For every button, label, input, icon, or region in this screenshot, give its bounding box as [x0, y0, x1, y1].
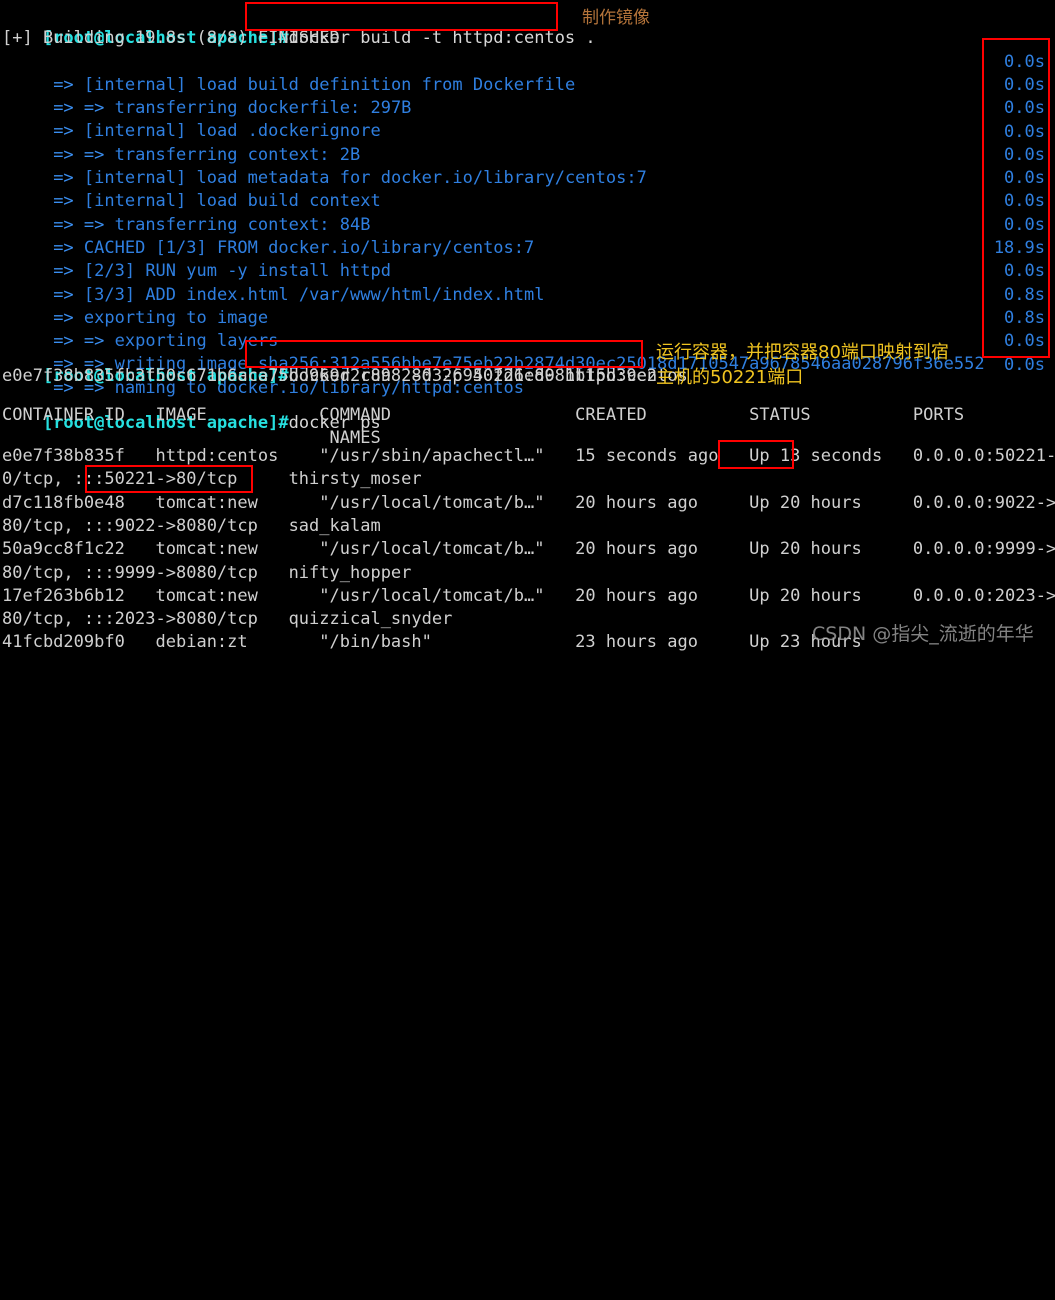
table-row: 0/tcp, :::50221->80/tcp thirsty_moser [2, 469, 422, 490]
annotation-build-note: 制作镜像 [582, 8, 650, 28]
build-step-duration: 0.0s [1004, 191, 1045, 212]
build-step-duration: 18.9s [993, 238, 1045, 258]
build-step-duration: 0.0s [1004, 214, 1045, 235]
build-step-duration: 0.0s [1004, 331, 1045, 352]
annotation-run-note-line2: 主机的50221端口 [656, 367, 804, 388]
build-status-line: [+] Building 19.8s (8/8) FINISHED [2, 28, 340, 49]
table-row: 50a9cc8f1c22 tomcat:new "/usr/local/tomc… [2, 539, 1055, 560]
build-step-duration: 0.0s [1004, 74, 1045, 95]
build-step-duration: 0.0s [1004, 121, 1045, 142]
build-step-duration: 0.0s [1004, 168, 1045, 189]
table-row: 80/tcp, :::9999->8080/tcp nifty_hopper [2, 562, 412, 583]
table-row: 41fcbd209bf0 debian:zt "/bin/bash" 23 ho… [2, 632, 862, 653]
build-step-duration: 0.8s [1004, 307, 1045, 328]
container-id-output: e0e7f38b835fb3f50c671b6aca75bd969d2c8982… [2, 366, 658, 387]
terminal-window: [root@localhost apache]#docker build -t … [0, 0, 1055, 652]
table-row: d7c118fb0e48 tomcat:new "/usr/local/tomc… [2, 492, 1055, 513]
build-step-duration: 0.0s [1004, 98, 1045, 119]
table-row: e0e7f38b835f httpd:centos "/usr/sbin/apa… [2, 446, 1055, 466]
build-step-duration: 0.0s [1004, 261, 1045, 282]
ps-table-header: CONTAINER ID IMAGE COMMAND CREATED STATU… [2, 405, 965, 425]
table-row: 80/tcp, :::9022->8080/tcp sad_kalam [2, 515, 381, 536]
watermark: CSDN @指尖_流逝的年华 [812, 623, 1034, 645]
annotation-run-note-line1: 运行容器，并把容器80端口映射到宿 [656, 342, 949, 363]
build-step-duration: 0.0s [1004, 144, 1045, 165]
build-step-duration: 0.0s [1004, 354, 1045, 375]
table-row: 80/tcp, :::2023->8080/tcp quizzical_snyd… [2, 609, 453, 630]
table-row: 17ef263b6b12 tomcat:new "/usr/local/tomc… [2, 585, 1055, 606]
build-step-duration: 0.8s [1004, 284, 1045, 305]
build-step-duration: 0.0s [1004, 51, 1045, 72]
